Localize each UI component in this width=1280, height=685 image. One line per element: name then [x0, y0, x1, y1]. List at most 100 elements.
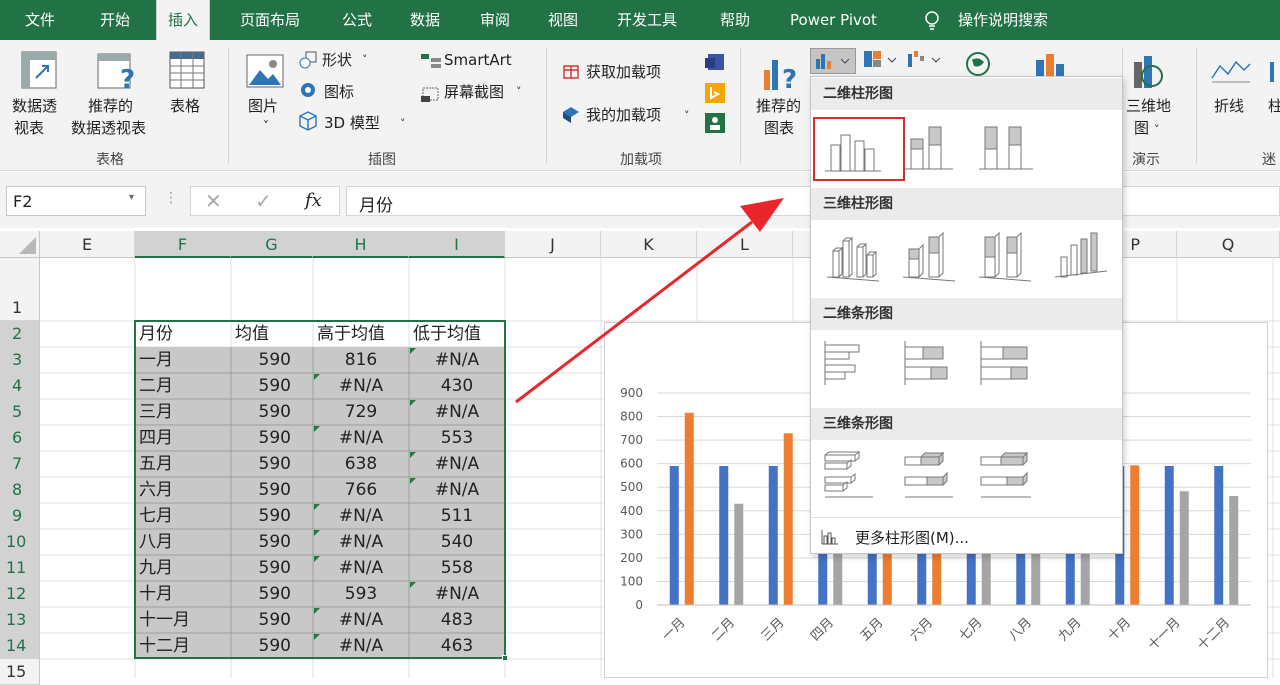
table-cell[interactable]: 816: [317, 347, 405, 373]
row-header-15[interactable]: 15: [0, 659, 40, 685]
table-cell[interactable]: 590: [235, 373, 309, 399]
3d-model-button[interactable]: 3D 模型: [324, 113, 380, 133]
table-cell[interactable]: 463: [413, 633, 501, 659]
table-cell[interactable]: 729: [317, 399, 405, 425]
clustered-bar-option[interactable]: [819, 337, 881, 399]
row-header-5[interactable]: 5: [0, 399, 40, 425]
tab-power-pivot[interactable]: Power Pivot: [790, 0, 877, 40]
table-cell[interactable]: #N/A: [317, 529, 405, 555]
tab-view[interactable]: 视图: [548, 0, 578, 40]
row-header-7[interactable]: 7: [0, 451, 40, 477]
recommended-pivot-label-1[interactable]: 推荐的: [88, 96, 133, 116]
table-header-cell[interactable]: 月份: [139, 321, 227, 347]
table-cell[interactable]: 590: [235, 607, 309, 633]
table-cell[interactable]: 590: [235, 347, 309, 373]
table-cell[interactable]: #N/A: [413, 451, 501, 477]
sparkline-line-label[interactable]: 折线: [1214, 96, 1244, 116]
100-stacked-column-option[interactable]: [977, 121, 1039, 183]
3d-100-stacked-bar-option[interactable]: [975, 447, 1037, 509]
visio-icon[interactable]: [704, 52, 726, 72]
table-cell[interactable]: 590: [235, 503, 309, 529]
table-cell[interactable]: 九月: [139, 555, 227, 581]
table-cell[interactable]: 638: [317, 451, 405, 477]
row-header-12[interactable]: 12: [0, 581, 40, 607]
formula-bar-grip[interactable]: ⋮: [164, 190, 178, 206]
3d-stacked-bar-option[interactable]: [899, 447, 961, 509]
col-header-e[interactable]: E: [40, 231, 135, 258]
table-cell[interactable]: 一月: [139, 347, 227, 373]
table-cell[interactable]: 540: [413, 529, 501, 555]
col-header-h[interactable]: H: [313, 231, 409, 258]
table-cell[interactable]: 590: [235, 581, 309, 607]
col-header-g[interactable]: G: [231, 231, 313, 258]
table-cell[interactable]: 590: [235, 425, 309, 451]
row-header-13[interactable]: 13: [0, 607, 40, 633]
sparkline-column-icon[interactable]: [1266, 56, 1280, 86]
100-stacked-bar-option[interactable]: [975, 337, 1037, 399]
row-header-6[interactable]: 6: [0, 425, 40, 451]
get-addins-button[interactable]: 获取加载项: [586, 62, 661, 82]
table-header-cell[interactable]: 均值: [235, 321, 309, 347]
recommended-charts-label-1[interactable]: 推荐的: [756, 96, 801, 116]
3d-map-chevron-icon[interactable]: ˅: [1154, 120, 1160, 140]
tab-file[interactable]: 文件: [25, 0, 55, 40]
table-cell[interactable]: 十二月: [139, 633, 227, 659]
3d-stacked-column-option[interactable]: [899, 227, 961, 289]
table-cell[interactable]: #N/A: [317, 555, 405, 581]
error-indicator[interactable]: [410, 400, 416, 406]
table-cell[interactable]: 590: [235, 529, 309, 555]
tab-developer[interactable]: 开发工具: [617, 0, 677, 40]
error-indicator[interactable]: [314, 530, 320, 536]
sparkline-line-icon[interactable]: [1210, 56, 1252, 86]
table-cell[interactable]: 590: [235, 555, 309, 581]
row-header-14[interactable]: 14: [0, 633, 40, 659]
cancel-icon[interactable]: ✕: [205, 189, 222, 213]
pivot-table-label-2[interactable]: 视表: [14, 118, 44, 138]
row-header-10[interactable]: 10: [0, 529, 40, 555]
recommended-charts-icon[interactable]: ?: [760, 52, 802, 95]
table-cell[interactable]: #N/A: [317, 607, 405, 633]
fill-handle[interactable]: [502, 655, 508, 661]
waterfall-chart-icon[interactable]: [906, 48, 946, 74]
row-header-1[interactable]: 1: [0, 258, 40, 321]
my-addins-button[interactable]: 我的加载项: [586, 105, 661, 125]
table-cell[interactable]: #N/A: [413, 477, 501, 503]
error-indicator[interactable]: [314, 634, 320, 640]
lightbulb-icon[interactable]: [922, 10, 942, 32]
col-header-j[interactable]: J: [505, 231, 601, 258]
error-indicator[interactable]: [410, 478, 416, 484]
table-cell[interactable]: 四月: [139, 425, 227, 451]
icons-button[interactable]: 图标: [324, 82, 354, 102]
select-all-corner[interactable]: [0, 231, 40, 258]
recommended-pivot-label-2[interactable]: 数据透视表: [71, 118, 146, 138]
picture-dropdown-chevron[interactable]: ˅: [263, 116, 269, 136]
3d-column-option[interactable]: [1051, 227, 1113, 289]
enter-icon[interactable]: ✓: [255, 189, 272, 213]
bing-icon[interactable]: [704, 82, 726, 104]
table-cell[interactable]: 二月: [139, 373, 227, 399]
table-cell[interactable]: #N/A: [413, 347, 501, 373]
stacked-column-option[interactable]: [903, 121, 965, 183]
error-indicator[interactable]: [410, 452, 416, 458]
table-cell[interactable]: 八月: [139, 529, 227, 555]
table-label[interactable]: 表格: [170, 96, 200, 116]
tab-home[interactable]: 开始: [100, 0, 130, 40]
error-indicator[interactable]: [410, 348, 416, 354]
table-cell[interactable]: 十一月: [139, 607, 227, 633]
col-header-f[interactable]: F: [135, 231, 231, 258]
smartart-button[interactable]: SmartArt: [444, 50, 512, 70]
column-chart-dropdown-button[interactable]: [810, 48, 856, 74]
table-cell[interactable]: 593: [317, 581, 405, 607]
table-cell[interactable]: 十月: [139, 581, 227, 607]
error-indicator[interactable]: [314, 556, 320, 562]
hierarchy-chart-icon[interactable]: [862, 48, 902, 74]
col-header-l[interactable]: L: [697, 231, 793, 258]
recommended-charts-label-2[interactable]: 图表: [764, 118, 794, 138]
3d-model-chevron-icon[interactable]: ˅: [400, 114, 406, 134]
maps-chart-icon[interactable]: [964, 50, 994, 78]
tab-help[interactable]: 帮助: [720, 0, 750, 40]
pivot-table-label-1[interactable]: 数据透: [12, 96, 57, 116]
table-cell[interactable]: 590: [235, 399, 309, 425]
picture-icon[interactable]: [246, 54, 284, 90]
col-header-q[interactable]: Q: [1177, 231, 1280, 258]
